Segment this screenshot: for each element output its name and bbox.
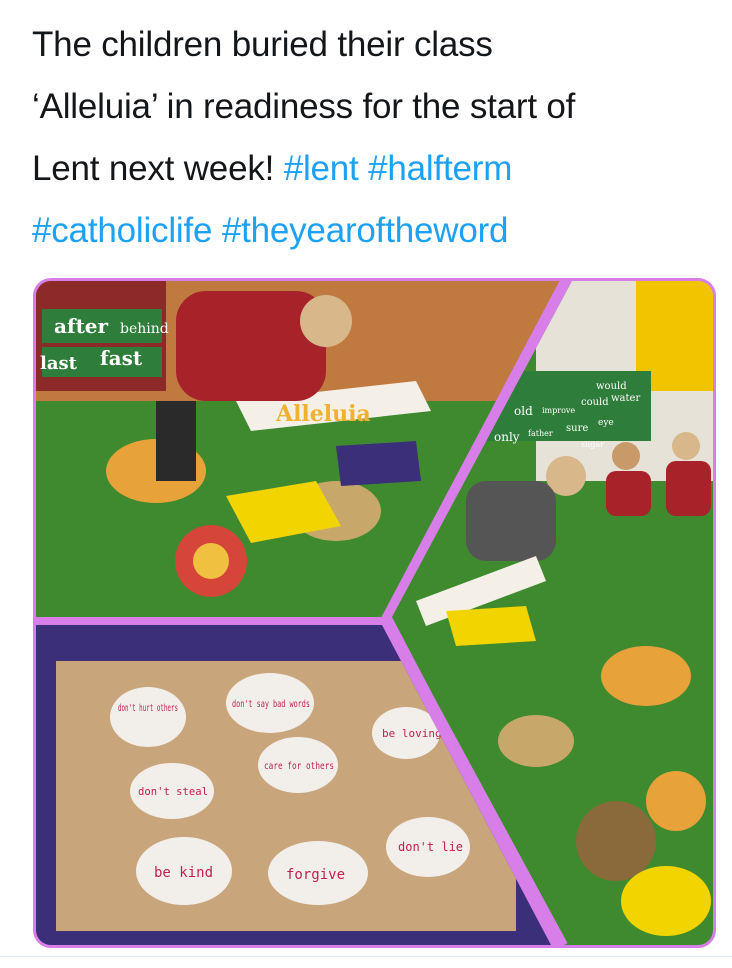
hashtag-theyearoftheword[interactable]: #theyearoftheword bbox=[222, 211, 509, 250]
wall-word-improve: improve bbox=[542, 406, 575, 415]
svg-text:care for others: care for others bbox=[264, 761, 334, 772]
svg-text:be kind: be kind bbox=[154, 865, 213, 881]
tweet-line-1: The children buried their class bbox=[32, 25, 493, 64]
divider bbox=[0, 956, 732, 957]
wall-word-only: only bbox=[494, 430, 520, 444]
stone-care-for-others: care for others bbox=[258, 737, 338, 793]
wall-word-could: could bbox=[581, 397, 609, 408]
hashtag-lent[interactable]: #lent bbox=[284, 149, 359, 188]
stone-forgive: forgive bbox=[268, 841, 368, 905]
wall-word-fast: fast bbox=[100, 346, 143, 370]
wall-word-eye: eye bbox=[598, 418, 614, 428]
collage-image: after behind last fast Alleluia would ol… bbox=[36, 281, 713, 945]
wall-word-father: father bbox=[528, 429, 553, 438]
svg-text:don't say bad words: don't say bad words bbox=[232, 699, 310, 710]
banner-alleluia: Alleluia bbox=[275, 401, 371, 427]
tweet-text: The children buried their class ‘Allelui… bbox=[32, 14, 712, 262]
wall-word-sure: sure bbox=[566, 423, 588, 434]
tweet-line-2: ‘Alleluia’ in readiness for the start of bbox=[32, 87, 576, 126]
photo-collage[interactable]: after behind last fast Alleluia would ol… bbox=[33, 278, 716, 948]
svg-text:don't steal: don't steal bbox=[138, 785, 208, 798]
hashtag-catholiclife[interactable]: #catholiclife bbox=[32, 211, 212, 250]
wall-word-last: last bbox=[40, 353, 78, 374]
wall-word-old: old bbox=[514, 404, 533, 418]
wall-word-sugar: sugar bbox=[581, 440, 604, 449]
hashtag-halfterm[interactable]: #halfterm bbox=[368, 149, 512, 188]
stone-dont-hurt-others: don't hurt others bbox=[110, 687, 186, 747]
stone-be-kind: be kind bbox=[136, 837, 232, 905]
wall-word-water: water bbox=[611, 393, 640, 404]
tweet-line-3: Lent next week! bbox=[32, 149, 275, 188]
svg-text:be loving: be loving bbox=[382, 727, 442, 740]
svg-text:forgive: forgive bbox=[286, 867, 345, 883]
stone-dont-lie: don't lie bbox=[386, 817, 470, 877]
wall-word-after: after bbox=[54, 314, 109, 338]
wall-word-behind: behind bbox=[120, 321, 169, 337]
stone-dont-steal: don't steal bbox=[130, 763, 214, 819]
wall-word-would: would bbox=[596, 381, 627, 392]
svg-text:don't hurt others: don't hurt others bbox=[118, 703, 178, 714]
stone-dont-say-bad-words: don't say bad words bbox=[226, 673, 314, 733]
svg-text:don't lie: don't lie bbox=[398, 840, 463, 854]
